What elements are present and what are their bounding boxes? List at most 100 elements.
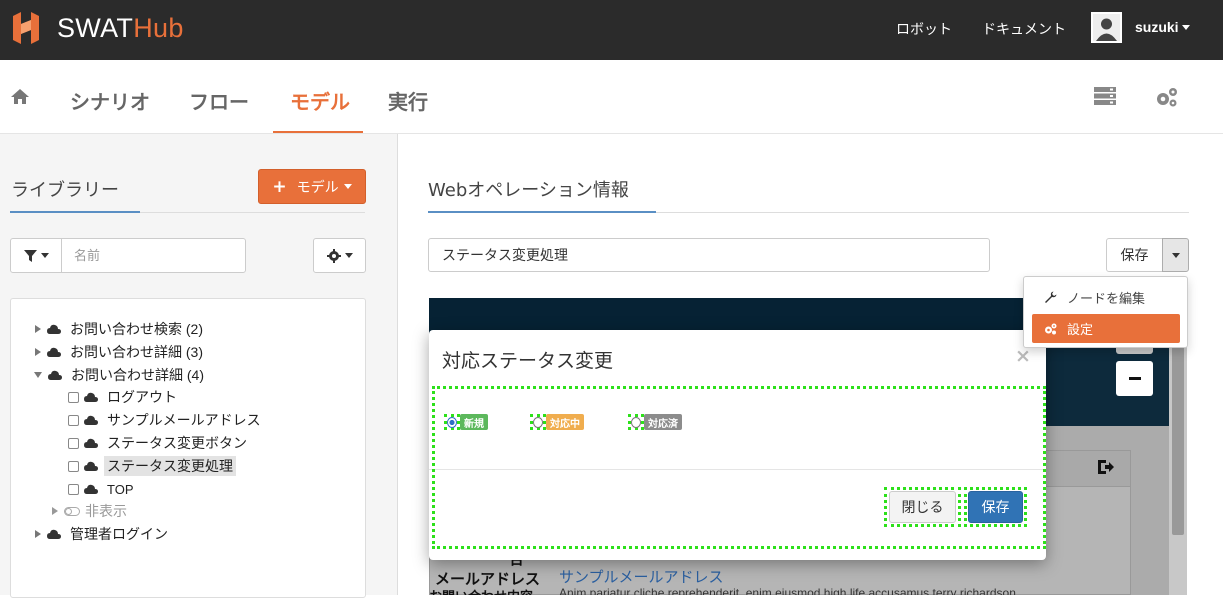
checkbox[interactable]: [68, 437, 79, 449]
menu-item-edit-node[interactable]: ノードを編集: [1032, 283, 1180, 312]
gear-icon: [326, 248, 341, 263]
avatar[interactable]: [1091, 12, 1122, 43]
wrench-icon: [1045, 291, 1057, 303]
tab-model[interactable]: モデル: [290, 86, 350, 115]
tree-item-label: TOP: [107, 481, 134, 497]
cloud-icon: [48, 370, 62, 380]
save-options-toggle[interactable]: [1162, 238, 1189, 272]
tree-item[interactable]: 管理者ログイン: [35, 524, 168, 544]
tab-scenario[interactable]: シナリオ: [70, 86, 150, 115]
tree-item-label: 非表示: [85, 503, 127, 519]
radio-button[interactable]: [444, 414, 460, 430]
tree-item[interactable]: ログアウト: [68, 387, 177, 407]
tree-item-label: サンプルメールアドレス: [107, 412, 261, 428]
checkbox[interactable]: [68, 414, 79, 426]
tree-item-hidden-group[interactable]: 非表示: [52, 501, 127, 521]
tree-item-label: ステータス変更処理: [104, 456, 236, 476]
tree-item[interactable]: TOP: [68, 479, 134, 499]
expand-arrow-icon[interactable]: [35, 348, 41, 356]
robot-link[interactable]: ロボット: [896, 19, 952, 39]
status-option-done[interactable]: 対応済: [628, 413, 682, 431]
sign-out-icon[interactable]: [1096, 458, 1114, 476]
caret-down-icon: [1171, 252, 1180, 258]
expand-arrow-icon[interactable]: [52, 507, 58, 515]
add-model-label: モデル: [296, 179, 339, 196]
preview-inquiry-label: お問い合わせ内容: [429, 586, 533, 595]
checkbox[interactable]: [68, 391, 79, 403]
document-link[interactable]: ドキュメント: [982, 19, 1066, 39]
user-silhouette-icon: [1093, 14, 1120, 41]
brand-name[interactable]: SWATHub: [57, 13, 184, 44]
save-button-highlight: 保存: [964, 487, 1027, 527]
collapse-arrow-icon[interactable]: [34, 372, 42, 378]
settings-gears-icon[interactable]: [1155, 86, 1179, 108]
web-operation-title: Webオペレーション情報: [428, 180, 629, 201]
cloud-icon: [47, 529, 61, 539]
modal-save-button[interactable]: 保存: [968, 491, 1023, 523]
tab-flow[interactable]: フロー: [189, 86, 249, 115]
tree-item[interactable]: お問い合わせ検索 (2): [35, 319, 203, 339]
save-button[interactable]: 保存: [1106, 238, 1163, 272]
expand-arrow-icon[interactable]: [35, 530, 41, 538]
caret-down-icon: [40, 253, 49, 258]
add-model-button[interactable]: + モデル: [258, 169, 366, 204]
plus-icon: +: [272, 176, 287, 197]
toggle-off-icon: [64, 506, 80, 516]
radio-unselected-icon: [631, 416, 641, 428]
tree-item-selected[interactable]: ステータス変更処理: [68, 456, 236, 476]
checkbox[interactable]: [68, 460, 79, 472]
cloud-icon: [84, 392, 98, 402]
gears-icon: [1045, 323, 1057, 335]
cloud-icon: [47, 324, 61, 334]
library-settings-button[interactable]: [313, 238, 366, 273]
tree-item-label: 管理者ログイン: [70, 526, 168, 542]
tree-item[interactable]: お問い合わせ詳細 (4): [34, 365, 204, 385]
tree-item-label: お問い合わせ詳細 (3): [70, 344, 203, 360]
filter-icon: [23, 249, 37, 262]
cloud-icon: [84, 415, 98, 425]
radio-button[interactable]: [628, 414, 644, 430]
tab-run[interactable]: 実行: [388, 86, 428, 115]
status-option-new[interactable]: 新規: [444, 413, 488, 431]
cloud-icon: [84, 461, 98, 471]
tree-item[interactable]: サンプルメールアドレス: [68, 410, 261, 430]
library-title: ライブラリー: [11, 180, 119, 201]
cloud-icon: [84, 438, 98, 448]
modal-title: 対応ステータス変更: [442, 351, 614, 372]
menu-item-settings[interactable]: 設定: [1032, 314, 1180, 343]
preview-email-value[interactable]: サンプルメールアドレス: [559, 566, 724, 587]
operation-name-input[interactable]: [428, 238, 990, 272]
radio-selected-icon: [447, 416, 457, 428]
save-options-dropdown: ノードを編集 設定: [1023, 276, 1188, 348]
cloud-icon: [84, 484, 98, 494]
minus-icon: [1128, 377, 1141, 380]
checkbox[interactable]: [68, 483, 79, 495]
top-bar: SWATHub ロボット ドキュメント suzuki: [0, 0, 1223, 60]
close-button-highlight: 閉じる: [884, 487, 961, 527]
status-badge-in-progress: 対応中: [546, 414, 584, 430]
user-menu[interactable]: suzuki: [1135, 19, 1190, 35]
tree-item[interactable]: お問い合わせ詳細 (3): [35, 342, 203, 362]
caret-down-icon: [344, 253, 353, 258]
modal-close-icon[interactable]: ×: [1015, 345, 1031, 367]
home-icon[interactable]: [10, 88, 30, 105]
close-button[interactable]: 閉じる: [889, 491, 956, 523]
zoom-out-button[interactable]: [1116, 361, 1153, 396]
status-option-in-progress[interactable]: 対応中: [530, 413, 584, 431]
caret-down-icon: [1181, 25, 1190, 30]
main-nav: シナリオ フロー モデル 実行: [0, 60, 1223, 134]
menu-item-label: ノードを編集: [1067, 291, 1146, 306]
swathub-logo-icon[interactable]: [11, 12, 41, 44]
server-list-icon[interactable]: [1094, 87, 1116, 105]
tree-item-label: ステータス変更ボタン: [107, 435, 247, 451]
library-title-underline: [10, 211, 140, 213]
radio-unselected-icon: [533, 416, 543, 428]
filter-button[interactable]: [10, 238, 62, 273]
menu-item-label: 設定: [1067, 322, 1094, 337]
tree-item-label: ログアウト: [107, 389, 177, 405]
expand-arrow-icon[interactable]: [35, 325, 41, 333]
preview-lorem-text: Anim pariatur cliche reprehenderit, enim…: [559, 586, 1016, 595]
tree-item[interactable]: ステータス変更ボタン: [68, 433, 247, 453]
name-search-input[interactable]: [61, 238, 246, 273]
radio-button[interactable]: [530, 414, 546, 430]
